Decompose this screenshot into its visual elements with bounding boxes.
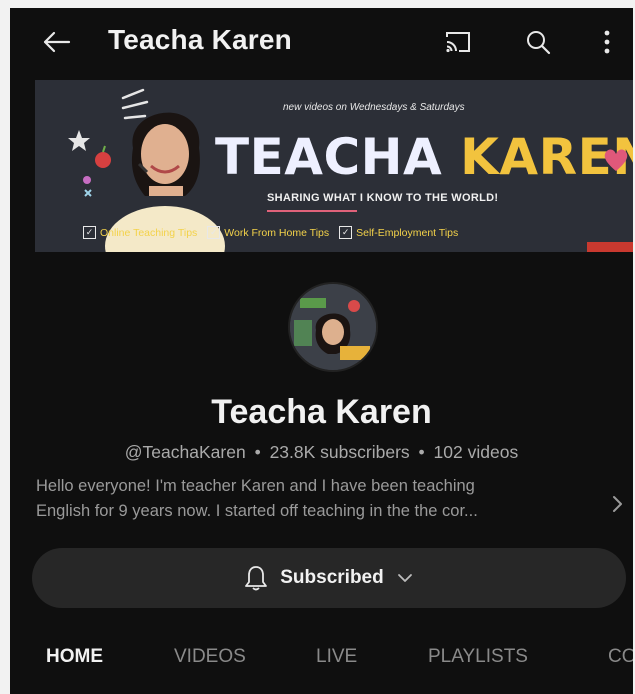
subscribed-label: Subscribed (280, 567, 384, 588)
description-line: English for 9 years now. I started off t… (36, 502, 478, 520)
channel-name: Teacha Karen (211, 393, 432, 431)
banner-tip-label: Work From Home Tips (224, 226, 330, 239)
description-line: Hello everyone! I'm teacher Karen and I … (36, 477, 475, 495)
checkbox-icon: ✓ (83, 226, 96, 239)
banner-accent-bar (587, 242, 633, 252)
youtube-channel-screen: Teacha Karen new videos on Wednesdays & … (10, 8, 633, 694)
banner-tagline: new videos on Wednesdays & Saturdays (283, 102, 465, 113)
checkbox-icon: ✓ (339, 226, 353, 239)
tab-live[interactable]: LIVE (316, 646, 357, 668)
banner-tip-label: Online Teaching Tips (100, 226, 198, 239)
more-options-button[interactable] (592, 22, 622, 62)
banner-title: TEACHA KAREN (215, 128, 633, 186)
avatar-image (290, 284, 376, 370)
back-button[interactable] (36, 22, 76, 62)
cast-button[interactable] (438, 22, 478, 62)
video-count: 102 videos (433, 442, 519, 462)
chevron-right-icon[interactable] (607, 492, 627, 516)
heart-icon (604, 149, 628, 171)
channel-banner: new videos on Wednesdays & Saturdays TEA… (35, 80, 633, 252)
back-arrow-icon (43, 31, 71, 53)
banner-underline (267, 210, 357, 212)
search-icon (527, 31, 551, 55)
search-button[interactable] (518, 22, 558, 62)
separator-dot: • (254, 442, 261, 462)
chevron-down-icon (397, 574, 412, 582)
banner-tip-label: Self-Employment Tips (356, 226, 459, 239)
tab-playlists[interactable]: PLAYLISTS (428, 646, 528, 668)
top-app-bar: Teacha Karen (10, 8, 633, 74)
tab-videos[interactable]: VIDEOS (174, 646, 246, 668)
channel-avatar[interactable] (288, 282, 378, 372)
tab-community[interactable]: CO (608, 646, 633, 668)
banner-tip: ✓ Work From Home Tips (207, 226, 329, 239)
channel-tabs: HOME VIDEOS LIVE PLAYLISTS CO (10, 626, 633, 686)
tab-home[interactable]: HOME (46, 646, 103, 668)
cast-icon (446, 32, 470, 53)
bell-icon (245, 566, 268, 591)
channel-description[interactable]: Hello everyone! I'm teacher Karen and I … (36, 474, 596, 524)
channel-meta: @TeachaKaren • 23.8K subscribers • 102 v… (10, 442, 633, 463)
channel-title: Teacha Karen (108, 24, 292, 55)
channel-handle: @TeachaKaren (124, 442, 246, 462)
more-vert-icon (604, 30, 610, 54)
banner-tips: ✓ Online Teaching Tips ✓ Work From Home … (83, 226, 633, 239)
separator-dot: • (418, 442, 425, 462)
banner-tip: ✓ Self-Employment Tips (339, 226, 458, 239)
subscribed-button[interactable]: Subscribed (32, 548, 626, 608)
banner-tip: ✓ Online Teaching Tips (83, 226, 197, 239)
banner-subtitle: SHARING WHAT I KNOW TO THE WORLD! (267, 192, 499, 204)
subscriber-count: 23.8K subscribers (269, 442, 410, 462)
banner-title-word-1: TEACHA (215, 128, 443, 186)
checkbox-icon: ✓ (207, 226, 221, 239)
